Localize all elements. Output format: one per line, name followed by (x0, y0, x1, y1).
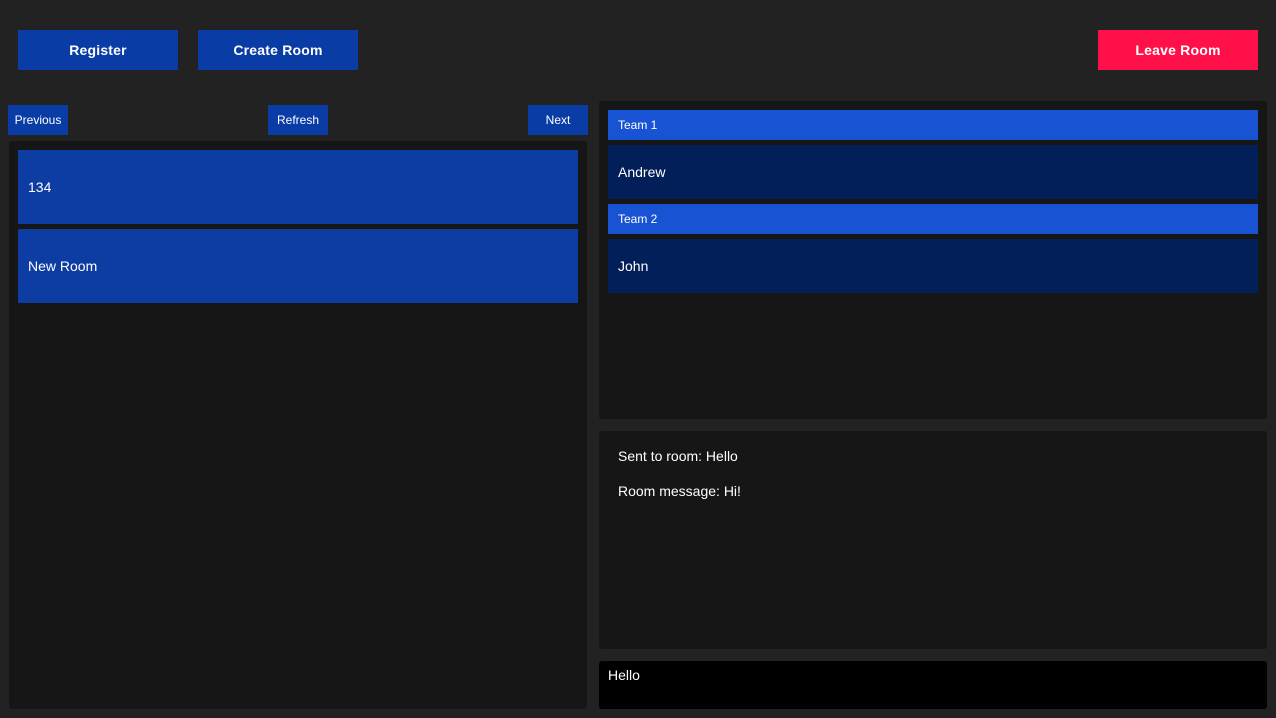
chat-input-value: Hello (608, 667, 640, 683)
teams-panel: Team 1 Andrew Team 2 John (599, 101, 1267, 419)
team-header: Team 1 (608, 110, 1258, 140)
team-name: Team 2 (618, 212, 658, 226)
app-root: Register Create Room Leave Room Previous… (0, 0, 1276, 718)
create-room-button[interactable]: Create Room (198, 30, 358, 70)
team-member: Andrew (608, 145, 1258, 199)
leave-room-button[interactable]: Leave Room (1098, 30, 1258, 70)
previous-page-button[interactable]: Previous (8, 105, 68, 135)
member-name: Andrew (618, 164, 666, 180)
refresh-button[interactable]: Refresh (268, 105, 328, 135)
room-list: 134 New Room (9, 141, 587, 709)
room-list-item[interactable]: New Room (18, 229, 578, 303)
message-log: Sent to room: Hello Room message: Hi! (599, 431, 1267, 649)
message-line: Room message: Hi! (618, 483, 741, 499)
message-line: Sent to room: Hello (618, 448, 738, 464)
team-header: Team 2 (608, 204, 1258, 234)
room-name: New Room (28, 258, 98, 274)
register-button[interactable]: Register (18, 30, 178, 70)
member-name: John (618, 258, 649, 274)
room-list-item[interactable]: 134 (18, 150, 578, 224)
room-name: 134 (28, 179, 52, 195)
team-name: Team 1 (618, 118, 658, 132)
chat-input[interactable]: Hello (599, 661, 1267, 709)
next-page-button[interactable]: Next (528, 105, 588, 135)
team-member: John (608, 239, 1258, 293)
